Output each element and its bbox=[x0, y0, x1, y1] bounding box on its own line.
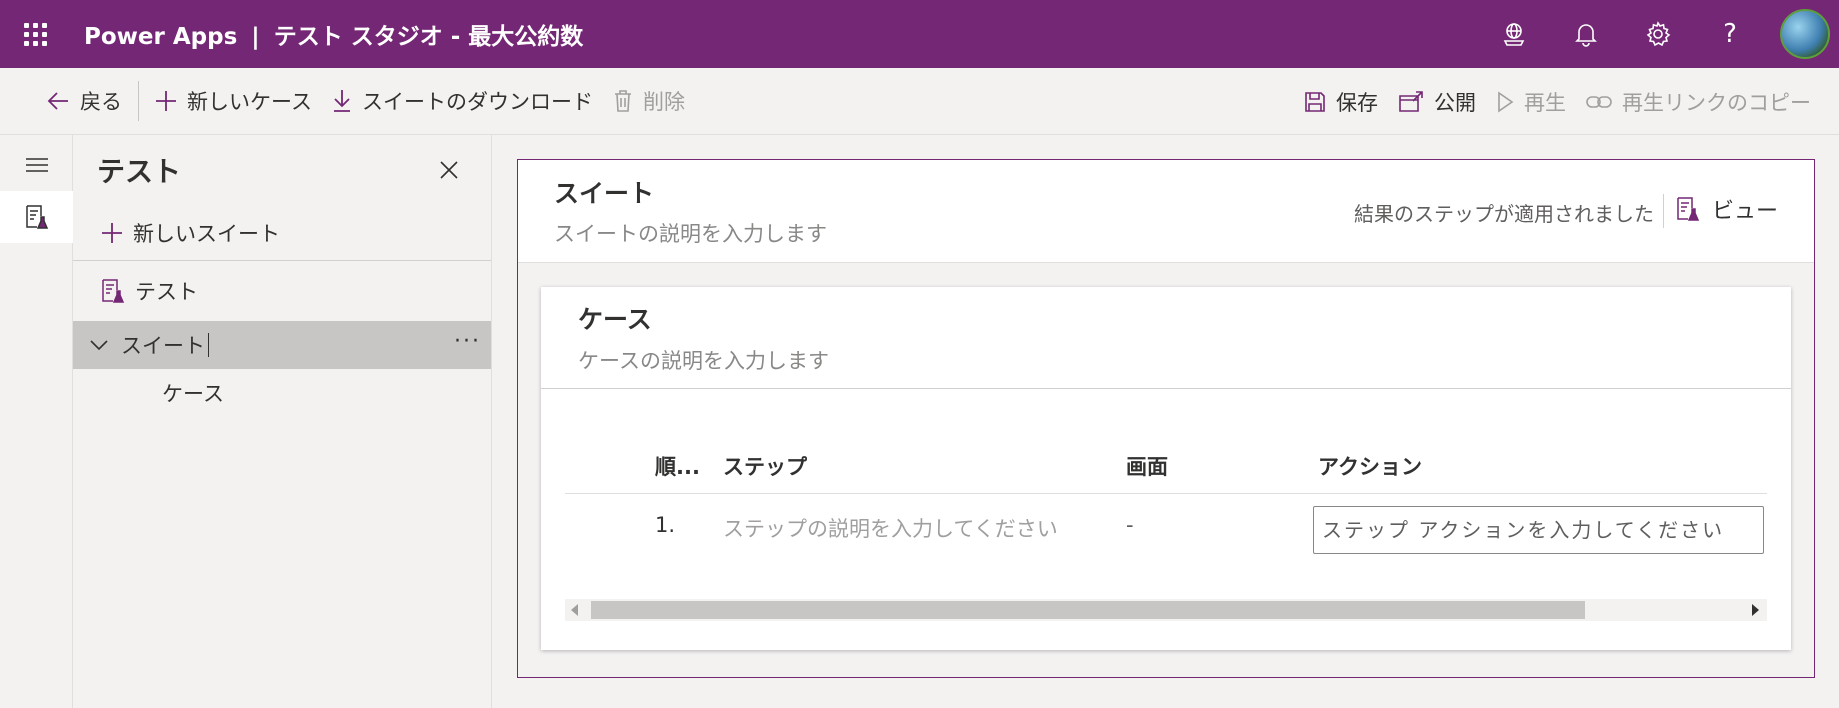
view-label: ビュー bbox=[1711, 199, 1778, 224]
scroll-left-icon[interactable] bbox=[571, 604, 578, 616]
suite-card: スイート スイートの説明を入力します 結果のステップが適用されました ビュー ケ… bbox=[517, 159, 1815, 678]
more-options-icon[interactable]: ··· bbox=[454, 329, 481, 354]
step-description-input[interactable]: ステップの説明を入力してください bbox=[723, 513, 1058, 543]
tree-item-test-label: テスト bbox=[135, 280, 198, 304]
step-screen: - bbox=[1126, 513, 1134, 537]
tree-header: テスト bbox=[73, 135, 491, 205]
arrow-left-icon bbox=[47, 92, 68, 110]
test-icon bbox=[102, 279, 125, 303]
studio-title: テスト スタジオ - 最大公約数 bbox=[273, 24, 584, 50]
hamburger-icon bbox=[25, 158, 48, 172]
step-order: 1. bbox=[655, 513, 676, 537]
save-button[interactable]: 保存 bbox=[1294, 82, 1388, 122]
tree-item-suite-label[interactable]: スイート bbox=[121, 330, 205, 360]
column-header-order[interactable]: 順... bbox=[655, 451, 700, 481]
play-label: 再生 bbox=[1524, 90, 1566, 115]
app-title: Power Apps | テスト スタジオ - 最大公約数 bbox=[84, 17, 583, 51]
new-case-button[interactable]: 新しいケース bbox=[145, 81, 322, 121]
save-icon bbox=[1305, 91, 1325, 112]
gear-icon[interactable] bbox=[1622, 0, 1694, 68]
delete-button[interactable]: 削除 bbox=[603, 81, 695, 121]
download-suite-label: スイートのダウンロード bbox=[361, 90, 593, 114]
trash-icon bbox=[614, 90, 631, 112]
tree-item-suite[interactable]: スイート ··· bbox=[73, 321, 491, 369]
tree-item-test[interactable]: テスト bbox=[73, 261, 491, 321]
save-label: 保存 bbox=[1336, 90, 1378, 115]
suite-name[interactable]: スイート bbox=[554, 174, 654, 210]
back-button[interactable]: 戻る bbox=[36, 81, 132, 121]
new-suite-label: 新しいスイート bbox=[133, 221, 280, 246]
close-icon[interactable] bbox=[429, 150, 469, 190]
plus-icon bbox=[102, 222, 122, 243]
download-icon bbox=[333, 90, 350, 112]
case-header: ケース ケースの説明を入力します bbox=[541, 287, 1791, 389]
column-header-step[interactable]: ステップ bbox=[723, 451, 807, 481]
left-rail bbox=[0, 135, 73, 708]
horizontal-scrollbar[interactable] bbox=[565, 599, 1767, 621]
new-suite-button[interactable]: 新しいスイート bbox=[73, 205, 491, 261]
back-label: 戻る bbox=[80, 90, 122, 114]
delete-label: 削除 bbox=[642, 90, 685, 114]
chevron-down-icon[interactable] bbox=[85, 331, 113, 359]
link-icon bbox=[1586, 95, 1612, 108]
copy-play-link-label: 再生リンクのコピー bbox=[1622, 90, 1811, 115]
status-separator bbox=[1663, 194, 1664, 228]
publish-label: 公開 bbox=[1434, 90, 1476, 115]
table-row: 1. ステップの説明を入力してください - bbox=[565, 495, 1767, 561]
scroll-right-icon[interactable] bbox=[1752, 604, 1759, 616]
case-card: ケース ケースの説明を入力します 順... ステップ 画面 アクション 1. ス… bbox=[541, 287, 1791, 650]
tree-item-case-label: ケース bbox=[162, 382, 224, 406]
command-bar: 戻る 新しいケース スイートのダウンロード 削除 保存 公開 再生 再生リンクの… bbox=[0, 68, 1839, 135]
help-glyph: ? bbox=[1723, 19, 1737, 49]
suite-header: スイート スイートの説明を入力します 結果のステップが適用されました ビュー bbox=[518, 160, 1814, 263]
text-cursor bbox=[208, 333, 209, 357]
environment-icon[interactable] bbox=[1478, 0, 1550, 68]
bell-icon[interactable] bbox=[1550, 0, 1622, 68]
header-icons: ? bbox=[1478, 0, 1839, 68]
download-suite-button[interactable]: スイートのダウンロード bbox=[322, 81, 603, 121]
tree-item-case[interactable]: ケース bbox=[73, 369, 491, 417]
case-description-input[interactable]: ケースの説明を入力します bbox=[578, 345, 829, 375]
test-icon bbox=[1677, 197, 1700, 221]
test-tree-panel: テスト 新しいスイート テスト スイート ··· ケース bbox=[73, 135, 492, 708]
title-separator: | bbox=[251, 24, 260, 50]
suite-description-input[interactable]: スイートの説明を入力します bbox=[554, 218, 827, 248]
app-name: Power Apps bbox=[84, 24, 238, 50]
command-bar-right: 保存 公開 再生 再生リンクのコピー bbox=[1294, 68, 1821, 135]
play-button[interactable]: 再生 bbox=[1486, 82, 1576, 122]
publish-icon bbox=[1399, 90, 1423, 112]
steps-grid-header: 順... ステップ 画面 アクション bbox=[565, 449, 1767, 494]
new-case-label: 新しいケース bbox=[187, 90, 312, 114]
column-header-action[interactable]: アクション bbox=[1318, 451, 1422, 481]
case-name[interactable]: ケース bbox=[578, 300, 652, 336]
play-icon bbox=[1498, 90, 1514, 113]
avatar[interactable] bbox=[1780, 9, 1830, 59]
app-header: Power Apps | テスト スタジオ - 最大公約数 ? bbox=[0, 0, 1839, 68]
step-action-input[interactable] bbox=[1313, 506, 1764, 554]
scrollbar-thumb[interactable] bbox=[591, 601, 1585, 619]
publish-button[interactable]: 公開 bbox=[1388, 82, 1486, 122]
test-icon bbox=[25, 205, 48, 229]
test-nav-button[interactable] bbox=[0, 191, 73, 243]
view-button[interactable]: ビュー bbox=[1676, 193, 1778, 225]
collapse-nav-button[interactable] bbox=[0, 139, 73, 191]
help-icon[interactable]: ? bbox=[1694, 0, 1766, 68]
copy-play-link-button[interactable]: 再生リンクのコピー bbox=[1576, 82, 1821, 122]
waffle-icon[interactable] bbox=[0, 0, 70, 68]
column-header-screen[interactable]: 画面 bbox=[1126, 451, 1168, 481]
suite-status-text: 結果のステップが適用されました bbox=[1354, 202, 1654, 226]
command-separator bbox=[138, 81, 139, 121]
tree-title: テスト bbox=[97, 155, 182, 188]
plus-icon bbox=[156, 91, 176, 111]
